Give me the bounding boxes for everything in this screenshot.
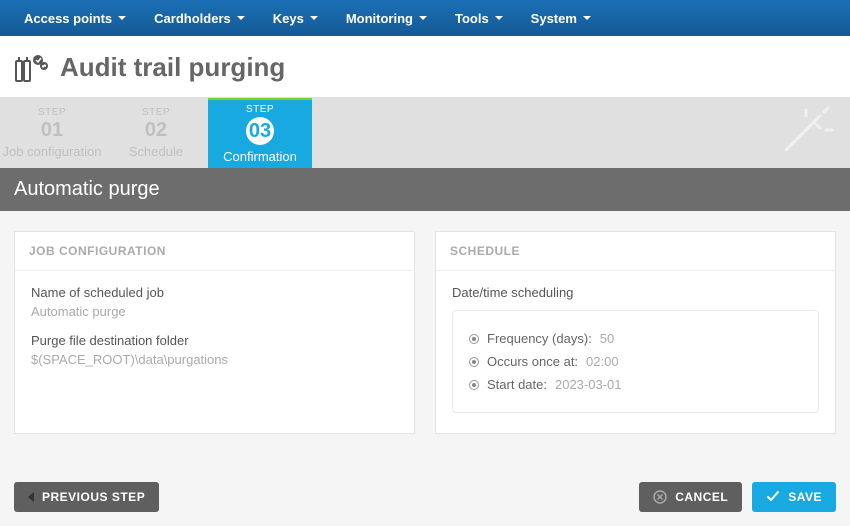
nav-label: System [531,11,577,26]
job-name-value: Automatic purge [31,304,398,319]
folder-value: $(SPACE_ROOT)\data\purgations [31,352,398,367]
schedule-label: Frequency (days): [487,331,592,346]
panel-body: Name of scheduled job Automatic purge Pu… [15,271,414,401]
button-label: SAVE [788,490,822,504]
schedule-row-frequency: Frequency (days): 50 [469,331,802,346]
schedule-value: 02:00 [586,354,619,369]
schedule-row-occurs: Occurs once at: 02:00 [469,354,802,369]
schedule-panel: SCHEDULE Date/time scheduling Frequency … [435,231,836,434]
step-schedule[interactable]: STEP 02 Schedule [104,98,208,168]
schedule-label: Occurs once at: [487,354,578,369]
step-confirmation[interactable]: STEP 03 Confirmation [208,98,312,168]
content-area: JOB CONFIGURATION Name of scheduled job … [0,211,850,474]
audit-purge-icon [14,53,48,83]
footer-bar: PREVIOUS STEP CANCEL SAVE [0,474,850,526]
nav-access-points[interactable]: Access points [10,0,140,36]
step-number: 01 [41,120,63,140]
right-button-group: CANCEL SAVE [639,482,836,512]
page-title: Audit trail purging [60,52,285,83]
nav-monitoring[interactable]: Monitoring [332,0,441,36]
panel-header: JOB CONFIGURATION [15,232,414,271]
bullet-icon [469,334,479,344]
job-configuration-panel: JOB CONFIGURATION Name of scheduled job … [14,231,415,434]
bullet-icon [469,380,479,390]
schedule-label: Start date: [487,377,547,392]
nav-system[interactable]: System [517,0,605,36]
folder-label: Purge file destination folder [31,333,398,348]
page-title-bar: Audit trail purging [0,36,850,98]
schedule-group: Frequency (days): 50 Occurs once at: 02:… [452,310,819,413]
chevron-down-icon [310,16,318,20]
top-nav: Access points Cardholders Keys Monitorin… [0,0,850,36]
nav-cardholders[interactable]: Cardholders [140,0,259,36]
cancel-button[interactable]: CANCEL [639,482,742,512]
nav-label: Cardholders [154,11,231,26]
panel-body: Date/time scheduling Frequency (days): 5… [436,271,835,433]
step-name: Confirmation [223,149,297,164]
chevron-down-icon [419,16,427,20]
nav-label: Tools [455,11,489,26]
step-job-configuration[interactable]: STEP 01 Job configuration [0,98,104,168]
nav-label: Access points [24,11,112,26]
schedule-group-label: Date/time scheduling [452,285,819,300]
step-label: STEP [246,104,274,115]
chevron-down-icon [583,16,591,20]
button-label: CANCEL [675,490,728,504]
subheader: Automatic purge [0,168,850,211]
job-name-label: Name of scheduled job [31,285,398,300]
schedule-value: 50 [600,331,614,346]
chevron-left-icon [28,492,34,502]
panel-header: SCHEDULE [436,232,835,271]
previous-step-button[interactable]: PREVIOUS STEP [14,482,159,512]
schedule-row-startdate: Start date: 2023-03-01 [469,377,802,392]
bullet-icon [469,357,479,367]
check-icon [766,490,780,504]
chevron-down-icon [495,16,503,20]
wand-icon [776,106,836,163]
wizard-steps: STEP 01 Job configuration STEP 02 Schedu… [0,98,850,168]
step-label: STEP [38,107,66,118]
schedule-value: 2023-03-01 [555,377,622,392]
button-label: PREVIOUS STEP [42,490,145,504]
step-number: 02 [145,120,167,140]
step-label: STEP [142,107,170,118]
step-name: Job configuration [2,144,101,159]
nav-label: Monitoring [346,11,413,26]
cancel-icon [653,490,667,504]
step-name: Schedule [129,144,183,159]
step-number: 03 [246,117,274,145]
nav-keys[interactable]: Keys [259,0,332,36]
chevron-down-icon [118,16,126,20]
nav-label: Keys [273,11,304,26]
nav-tools[interactable]: Tools [441,0,517,36]
chevron-down-icon [237,16,245,20]
save-button[interactable]: SAVE [752,482,836,512]
